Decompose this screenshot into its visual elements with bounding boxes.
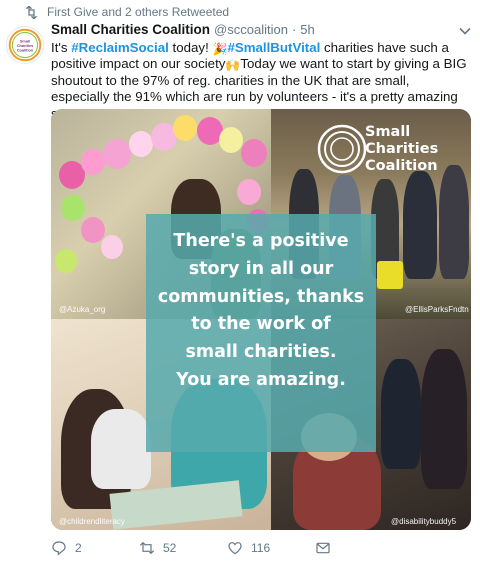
overlay-line: to the work of (191, 314, 331, 335)
author-handle[interactable]: @sccoalition (214, 22, 288, 37)
quote-overlay: There's a positive story in all our comm… (146, 214, 376, 452)
photo-credit-tag: @Azuka_org (59, 305, 106, 314)
tweet-header: Small Charities Coalition @sccoalition ·… (51, 22, 458, 40)
retweet-icon (139, 541, 155, 555)
photo-credit-tag: @childrendliteracy (59, 517, 125, 526)
overlay-line: small charities. (185, 342, 337, 363)
reply-count: 2 (75, 541, 82, 555)
overlay-line: communities, thanks (157, 286, 365, 307)
retweet-count: 52 (163, 541, 177, 555)
heart-icon (228, 542, 242, 555)
tweet-text-part: It's (51, 40, 72, 55)
overlay-line: You are amazing. (176, 369, 346, 390)
avatar[interactable]: Small Charities Coalition (6, 26, 44, 64)
reply-icon (52, 541, 66, 556)
coalition-logo-text: Small Charities Coalition (365, 124, 438, 175)
hashtag-smallbutvital[interactable]: #SmallButVital (227, 40, 320, 55)
party-emoji-icon: 🎉 (212, 42, 228, 56)
logo-line: Coalition (365, 158, 438, 174)
like-count: 116 (251, 541, 271, 555)
photo-credit-tag: @disabilitybuddy5 (391, 517, 457, 526)
separator-dot: · (291, 22, 297, 37)
chevron-down-icon[interactable] (458, 24, 472, 38)
hashtag-reclaimsocial[interactable]: #ReclaimSocial (71, 40, 169, 55)
retweet-context[interactable]: First Give and 2 others Retweeted (24, 4, 229, 20)
overlay-line: story in all our (188, 258, 334, 279)
svg-text:Coalition: Coalition (17, 47, 34, 52)
like-button[interactable]: 116 (227, 540, 315, 556)
overlay-line: There's a positive (173, 231, 349, 251)
retweet-icon (26, 5, 37, 19)
retweet-button[interactable]: 52 (139, 540, 227, 556)
author-display-name[interactable]: Small Charities Coalition (51, 22, 210, 37)
tweet-text-part: today! (168, 40, 213, 55)
retweet-context-text[interactable]: First Give and 2 others Retweeted (47, 5, 229, 19)
raised-hands-emoji-icon: 🙌 (225, 58, 241, 73)
photo-credit-tag: @EllisParksFndtn (405, 305, 469, 314)
logo-line: Charities (365, 141, 439, 157)
logo-line: Small (365, 124, 411, 140)
tweet-actions: 2 52 116 (51, 538, 471, 558)
reply-button[interactable]: 2 (51, 540, 139, 556)
mail-icon (316, 542, 330, 554)
tweet-media-image[interactable]: @Azuka_org @EllisParksFndtn @childrendli… (51, 109, 471, 530)
direct-message-button[interactable] (315, 540, 335, 556)
coalition-logo-icon (317, 124, 367, 174)
tweet-timestamp[interactable]: 5h (300, 22, 314, 37)
